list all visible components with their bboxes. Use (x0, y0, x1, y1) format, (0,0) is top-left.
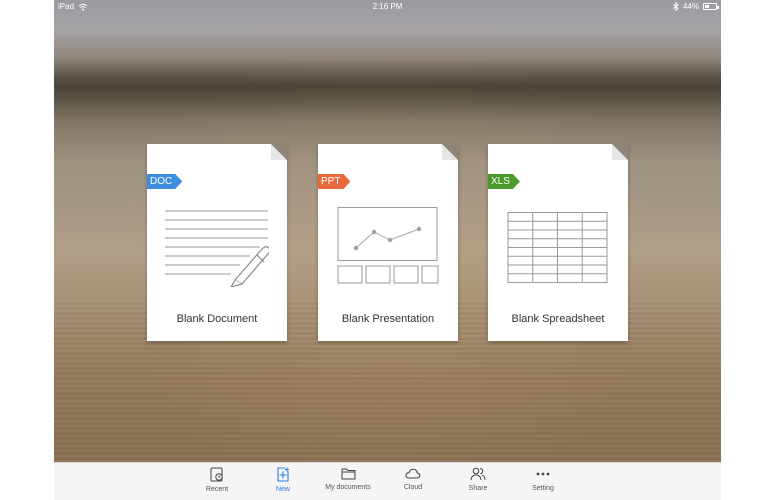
new-plus-doc-icon (277, 467, 289, 482)
bluetooth-icon (673, 2, 679, 11)
tab-new-label: New (275, 486, 290, 493)
xls-tag: XLS (488, 174, 520, 189)
folder-icon (341, 468, 355, 480)
tab-recent[interactable]: Recent (187, 467, 247, 500)
tab-share[interactable]: Share (448, 467, 508, 500)
tab-cloud-label: Cloud (403, 484, 423, 491)
share-people-icon (470, 467, 486, 481)
bottom-tab-bar: Recent New My documents Cloud Share Sett… (54, 462, 721, 500)
page-fold-corner (442, 144, 458, 160)
status-bar: iPad 2:16 PM 44% (54, 0, 721, 14)
blank-document-label: Blank Document (176, 313, 258, 325)
tab-new[interactable]: New (253, 467, 313, 500)
doc-tag: DOC (147, 174, 182, 189)
tab-recent-label: Recent (205, 486, 229, 493)
tab-cloud[interactable]: Cloud (383, 467, 443, 500)
page-fold-corner (271, 144, 287, 160)
blank-document-card[interactable]: DOC Blank Document (147, 144, 287, 341)
blank-presentation-label: Blank Presentation (341, 313, 435, 325)
blank-spreadsheet-label: Blank Spreadsheet (511, 313, 605, 325)
document-lines-pen-icon (165, 210, 269, 287)
blank-presentation-card[interactable]: PPT Blank Presentation (318, 144, 458, 341)
blank-spreadsheet-card[interactable]: XLS Blank Spreadsheet (488, 144, 628, 341)
ppt-tag: PPT (318, 174, 350, 189)
presentation-chart-icon (337, 207, 439, 284)
tab-my-documents-label: My documents (325, 484, 371, 491)
spreadsheet-grid-icon (507, 212, 608, 283)
battery-fill (705, 5, 710, 8)
tab-setting[interactable]: Setting (513, 467, 573, 500)
status-time: 2:16 PM (372, 2, 403, 11)
tab-my-documents[interactable]: My documents (318, 467, 378, 500)
battery-icon (703, 3, 719, 10)
tab-setting-label: Setting (532, 485, 554, 492)
tab-share-label: Share (468, 485, 488, 492)
status-right: 44% (673, 2, 719, 11)
more-dots-icon (536, 472, 550, 476)
recent-clock-doc-icon (210, 467, 223, 482)
cloud-icon (405, 468, 421, 479)
battery-percent: 44% (682, 2, 699, 11)
app-screen: iPad 2:16 PM 44% DOC Blank Document PPT … (54, 0, 721, 500)
page-fold-corner (612, 144, 628, 160)
